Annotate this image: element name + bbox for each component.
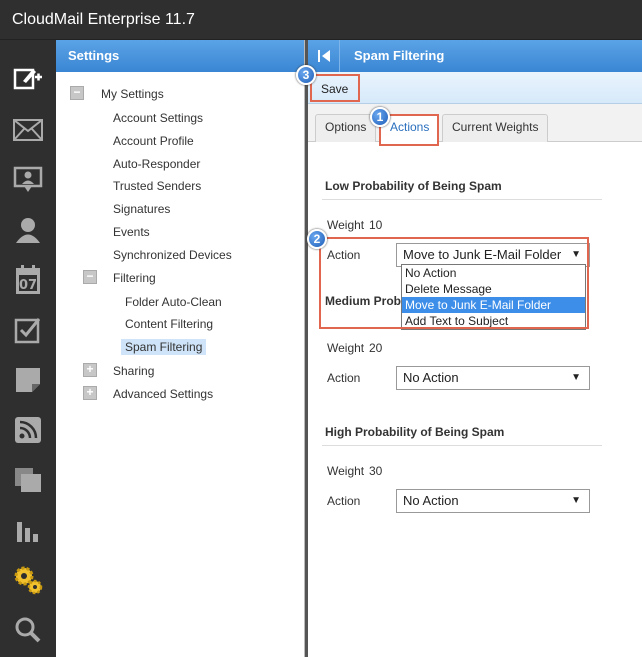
dropdown-option-selected[interactable]: Move to Junk E-Mail Folder: [402, 297, 585, 313]
dropdown-arrow-icon: ▼: [571, 372, 581, 383]
collapse-filtering-icon[interactable]: −: [83, 270, 97, 284]
low-action-selected-value: Move to Junk E-Mail Folder: [403, 247, 562, 262]
medium-weight-value: 20: [369, 341, 383, 355]
dropdown-arrow-icon: ▼: [571, 249, 581, 260]
tab-options[interactable]: Options: [315, 114, 377, 142]
low-probability-title: Low Probability of Being Spam: [325, 179, 502, 193]
dropdown-option[interactable]: Add Text to Subject: [402, 313, 585, 329]
low-section-divider: [322, 199, 602, 200]
tree-item-advanced-settings[interactable]: Advanced Settings: [113, 387, 213, 401]
medium-probability-title: Medium Prob: [325, 294, 402, 308]
user-icon[interactable]: [10, 212, 46, 248]
main-title: Spam Filtering: [354, 48, 445, 63]
contacts-card-icon[interactable]: [10, 162, 46, 198]
medium-action-select[interactable]: No Action ▼: [396, 366, 590, 390]
expand-advanced-settings-icon[interactable]: +: [83, 386, 97, 400]
dropdown-option[interactable]: Delete Message: [402, 281, 585, 297]
tree-item-spam-filtering-label: Spam Filtering: [121, 339, 207, 355]
high-probability-title: High Probability of Being Spam: [325, 425, 505, 439]
settings-gear-icon[interactable]: [10, 562, 46, 598]
callout-badge-two: 2: [307, 229, 327, 249]
toolbar: Save: [308, 72, 642, 104]
high-weight-label: Weight: [327, 464, 365, 478]
tree-item-auto-responder[interactable]: Auto-Responder: [113, 157, 200, 171]
low-action-label: Action: [327, 248, 361, 262]
low-weight-label: Weight: [327, 218, 365, 232]
settings-panel: Settings − My Settings Account Settings …: [56, 40, 305, 657]
tree-item-trusted-senders[interactable]: Trusted Senders: [113, 179, 201, 193]
tree-item-spam-filtering[interactable]: Spam Filtering: [121, 339, 207, 355]
dropdown-option[interactable]: No Action: [402, 265, 585, 281]
collapse-left-icon: [317, 50, 330, 62]
tree-item-folder-auto-clean[interactable]: Folder Auto-Clean: [125, 295, 222, 309]
compose-icon[interactable]: [10, 60, 46, 96]
main-header: Spam Filtering: [308, 40, 642, 72]
reports-icon[interactable]: [10, 512, 46, 548]
high-action-select[interactable]: No Action ▼: [396, 489, 590, 513]
spam-filtering-panel: Spam Filtering Save Options Actions Curr…: [308, 40, 642, 657]
tree-item-filtering[interactable]: Filtering: [113, 271, 156, 285]
high-action-label: Action: [327, 494, 361, 508]
calendar-icon[interactable]: 07: [10, 262, 46, 298]
dropdown-arrow-icon: ▼: [571, 495, 581, 506]
tasks-icon[interactable]: [10, 312, 46, 348]
save-button[interactable]: Save: [310, 74, 360, 102]
mail-icon[interactable]: [10, 112, 46, 148]
notes-icon[interactable]: [10, 362, 46, 398]
medium-action-label: Action: [327, 371, 361, 385]
tree-item-synchronized-devices[interactable]: Synchronized Devices: [113, 248, 232, 262]
high-action-selected-value: No Action: [403, 493, 459, 508]
tree-item-events[interactable]: Events: [113, 225, 150, 239]
tree-item-account-profile[interactable]: Account Profile: [113, 134, 194, 148]
low-action-dropdown-list: No Action Delete Message Move to Junk E-…: [401, 264, 586, 330]
calendar-day-text: 07: [19, 278, 37, 293]
tree-item-my-settings[interactable]: My Settings: [101, 87, 164, 101]
tree-item-content-filtering[interactable]: Content Filtering: [125, 317, 213, 331]
medium-action-selected-value: No Action: [403, 370, 459, 385]
medium-weight-label: Weight: [327, 341, 365, 355]
expand-sharing-icon[interactable]: +: [83, 363, 97, 377]
high-weight-value: 30: [369, 464, 383, 478]
callout-badge-three: 3: [296, 65, 316, 85]
collapse-my-settings-icon[interactable]: −: [70, 86, 84, 100]
tree-item-sharing[interactable]: Sharing: [113, 364, 154, 378]
tab-current-weights[interactable]: Current Weights: [442, 114, 549, 142]
search-icon[interactable]: [10, 612, 46, 648]
callout-badge-one: 1: [370, 107, 390, 127]
low-weight-value: 10: [369, 218, 383, 232]
high-section-divider: [322, 445, 602, 446]
tree-item-account-settings[interactable]: Account Settings: [113, 111, 203, 125]
files-icon[interactable]: [10, 462, 46, 498]
app-title-bar: CloudMail Enterprise 11.7: [0, 0, 642, 40]
app-title: CloudMail Enterprise 11.7: [12, 11, 195, 28]
tab-strip: Options Actions Current Weights: [308, 104, 642, 143]
settings-header: Settings: [56, 40, 304, 72]
tree-item-signatures[interactable]: Signatures: [113, 202, 170, 216]
rss-icon[interactable]: [10, 412, 46, 448]
app-icon-bar: 07: [0, 40, 56, 657]
